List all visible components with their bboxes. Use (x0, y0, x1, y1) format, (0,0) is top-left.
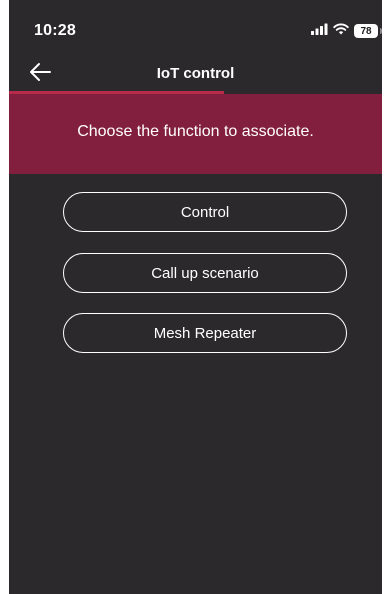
status-time: 10:28 (34, 22, 76, 39)
battery-level: 78 (360, 25, 372, 37)
wifi-icon (333, 22, 349, 40)
app-screen: 10:28 78 IoT control Choose the function… (9, 0, 382, 594)
nav-bar: IoT control (9, 58, 382, 94)
status-icons: 78 (311, 22, 382, 40)
page-title: IoT control (156, 65, 235, 82)
cellular-signal-icon (311, 22, 328, 40)
banner-text: Choose the function to associate. (77, 123, 314, 140)
call-up-scenario-button[interactable]: Call up scenario (63, 253, 347, 293)
control-button[interactable]: Control (63, 192, 347, 232)
mesh-repeater-button[interactable]: Mesh Repeater (63, 313, 347, 353)
status-bar: 10:28 78 (9, 0, 382, 58)
battery-icon: 78 (354, 24, 382, 38)
instruction-banner: Choose the function to associate. (9, 94, 382, 174)
